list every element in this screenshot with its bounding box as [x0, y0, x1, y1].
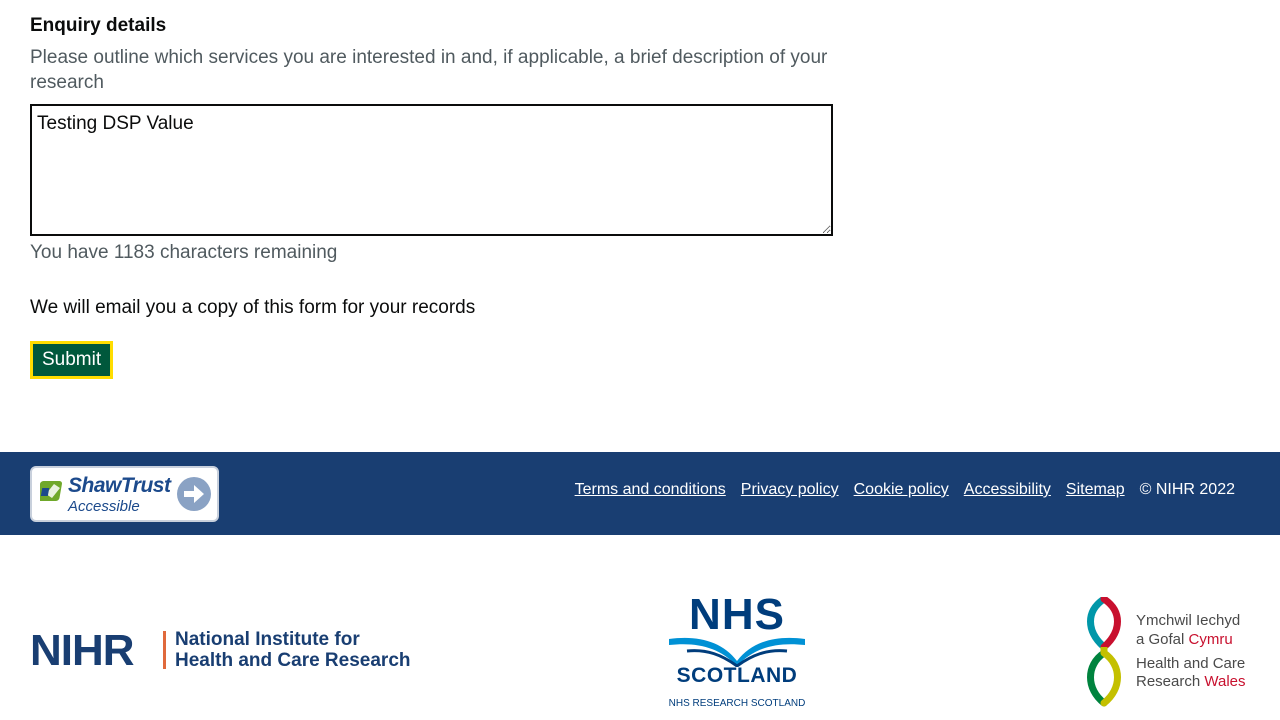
nhs-scotland-name: SCOTLAND	[676, 664, 798, 687]
email-copy-note: We will email you a copy of this form fo…	[30, 297, 476, 318]
shaw-trust-logo-icon	[40, 481, 62, 501]
hcrw-line3: Health and Care	[1136, 655, 1246, 672]
footer: ShawTrust Accessible Terms and condition…	[0, 452, 1280, 535]
hcrw-line4-a: Research	[1136, 673, 1205, 690]
badge-subtitle: Accessible	[68, 498, 140, 515]
arrow-right-icon	[177, 477, 211, 511]
nihr-mark: NIHR	[30, 626, 135, 675]
saltire-wave-icon	[669, 637, 805, 667]
hcrw-line1: Ymchwil Iechyd	[1136, 612, 1241, 629]
shaw-trust-accessible-badge[interactable]: ShawTrust Accessible	[30, 466, 219, 522]
nihr-name-line2: Health and Care Research	[175, 650, 411, 671]
badge-name: ShawTrust	[68, 474, 171, 497]
nhs-research-scotland: NHS RESEARCH SCOTLAND	[668, 698, 806, 709]
hcrw-line4-b: Wales	[1204, 673, 1246, 690]
partner-logos: NIHR National Institute for Health and C…	[0, 535, 1280, 720]
nhs-mark: NHS	[689, 590, 785, 639]
enquiry-textarea[interactable]	[30, 104, 833, 236]
footer-link-cookie[interactable]: Cookie policy	[854, 481, 949, 499]
footer-link-terms[interactable]: Terms and conditions	[575, 481, 726, 499]
hcrw-line2: a Gofal Cymru	[1136, 631, 1233, 648]
nihr-logo[interactable]: NIHR National Institute for Health and C…	[30, 626, 411, 675]
character-count: You have 1183 characters remaining	[30, 242, 338, 263]
field-hint: Please outline which services you are in…	[30, 47, 828, 93]
textarea-wrapper	[30, 104, 833, 236]
footer-links: Terms and conditions Privacy policy Cook…	[575, 481, 1235, 499]
nihr-divider	[163, 631, 166, 669]
copyright: © NIHR 2022	[1139, 481, 1235, 498]
submit-button[interactable]: Submit	[30, 341, 114, 379]
nhs-scotland-logo[interactable]: NHS SCOTLAND NHS RESEARCH SCOTLAND	[667, 593, 807, 713]
double-helix-icon	[1087, 597, 1121, 707]
hcrw-line2-b: Cymru	[1188, 631, 1233, 648]
footer-link-privacy[interactable]: Privacy policy	[741, 481, 839, 499]
hcrw-line4: Research Wales	[1136, 673, 1246, 690]
field-title: Enquiry details	[30, 15, 167, 36]
health-care-research-wales-logo[interactable]: Ymchwil Iechyd a Gofal Cymru Health and …	[1080, 597, 1255, 707]
nihr-name-line1: National Institute for	[175, 629, 360, 650]
footer-link-sitemap[interactable]: Sitemap	[1066, 481, 1125, 499]
hcrw-line2-a: a Gofal	[1136, 631, 1189, 648]
footer-link-accessibility[interactable]: Accessibility	[964, 481, 1051, 499]
